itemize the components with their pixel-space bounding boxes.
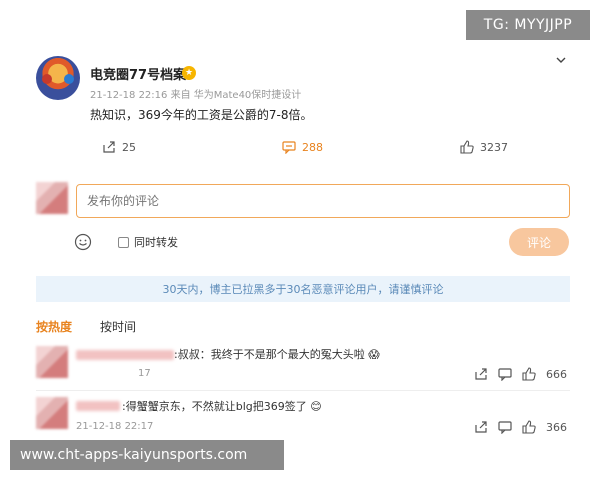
share-icon[interactable] xyxy=(474,420,488,434)
comment-icon[interactable] xyxy=(498,367,512,381)
comment-count: 288 xyxy=(302,140,323,154)
emoji-icon: 😊 xyxy=(306,400,322,413)
like-count: 3237 xyxy=(480,140,508,154)
share-count: 25 xyxy=(122,140,136,154)
divider xyxy=(36,390,570,391)
comment-actions: 666 xyxy=(474,367,567,381)
comment-like-count: 366 xyxy=(546,420,567,434)
comment-button[interactable]: 288 xyxy=(282,140,323,154)
like-icon xyxy=(460,140,474,154)
emoji-icon[interactable] xyxy=(74,233,92,251)
share-button[interactable]: 25 xyxy=(102,140,136,154)
comment-icon xyxy=(282,141,296,154)
comment-input[interactable] xyxy=(76,184,570,218)
like-icon[interactable] xyxy=(522,420,536,434)
like-icon[interactable] xyxy=(522,367,536,381)
submit-comment-button[interactable]: 评论 xyxy=(509,228,569,256)
share-icon xyxy=(103,141,115,153)
repost-checkbox[interactable]: 同时转发 xyxy=(118,234,178,250)
comment-time: 21-12-18 22:17 xyxy=(76,421,154,432)
post-username[interactable]: 电竞圈77号档案 xyxy=(90,64,186,83)
commenter-avatar[interactable] xyxy=(36,346,68,378)
post-meta: 21-12-18 22:16 来自 华为Mate40保时捷设计 xyxy=(90,90,302,101)
comment-text: :叔叔：我终于不是那个最大的冤大头啦 😱 xyxy=(174,348,380,361)
notice-banner: 30天内，博主已拉黑多于30名恶意评论用户，请谨慎评论 xyxy=(36,276,570,302)
commenter-name-blurred[interactable] xyxy=(76,350,174,360)
comment-icon[interactable] xyxy=(498,420,512,434)
commenter-avatar[interactable] xyxy=(36,397,68,429)
chevron-down-icon[interactable] xyxy=(555,54,567,66)
avatar[interactable] xyxy=(36,56,80,100)
watermark-top: TG: MYYJJPP xyxy=(466,10,590,40)
my-avatar xyxy=(36,182,68,214)
post-text: 热知识，369今年的工资是公爵的7-8倍。 xyxy=(90,108,313,122)
comment-text: :得蟹蟹京东，不然就让blg把369签了 😊 xyxy=(122,400,322,413)
tab-sort-time[interactable]: 按时间 xyxy=(100,318,136,335)
weibo-post-card xyxy=(28,44,580,444)
vip-badge-icon: ★ xyxy=(182,66,196,80)
comment-time: 17 xyxy=(138,368,151,379)
share-icon[interactable] xyxy=(474,367,488,381)
commenter-name-blurred[interactable] xyxy=(76,401,120,411)
watermark-bottom: www.cht-apps-kaiyunsports.com xyxy=(10,440,284,470)
checkbox-box[interactable] xyxy=(118,236,129,248)
emoji-icon: 😱 xyxy=(364,348,380,361)
tab-sort-hot[interactable]: 按热度 xyxy=(36,318,72,335)
repost-label: 同时转发 xyxy=(134,236,178,249)
comment-actions: 366 xyxy=(474,420,567,434)
like-button[interactable]: 3237 xyxy=(460,140,508,154)
comment-like-count: 666 xyxy=(546,367,567,381)
